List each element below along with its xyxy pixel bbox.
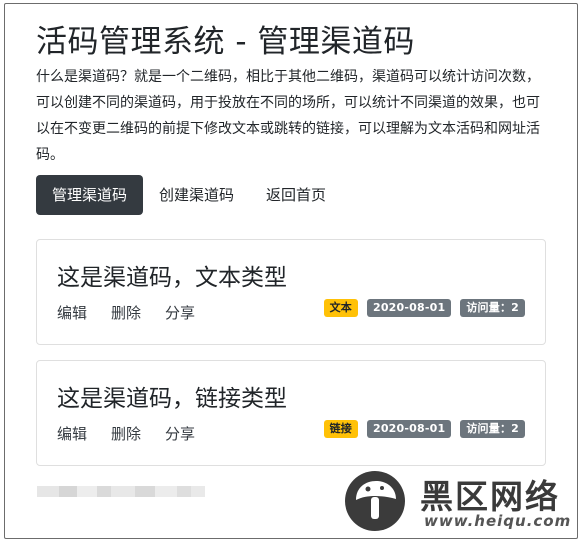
type-badge: 文本 — [323, 299, 358, 317]
card-title: 这是渠道码，链接类型 — [57, 386, 287, 412]
watermark-name: 黑区网络 — [420, 477, 560, 516]
blurred-footer-text — [37, 486, 205, 497]
nav-manage-codes[interactable]: 管理渠道码 — [36, 175, 144, 215]
delete-link[interactable]: 删除 — [111, 302, 141, 323]
date-badge: 2020-08-01 — [366, 299, 452, 317]
card-title: 这是渠道码，文本类型 — [57, 265, 287, 291]
nav-create-code[interactable]: 创建渠道码 — [143, 175, 250, 215]
delete-link[interactable]: 删除 — [111, 423, 141, 444]
page-description: 什么是渠道码？就是一个二维码，相比于其他二维码，渠道码可以统计访问次数，可以创建… — [36, 69, 540, 163]
edit-link[interactable]: 编辑 — [57, 423, 87, 444]
page-title: 活码管理系统 - 管理渠道码 — [36, 24, 415, 60]
mushroom-logo-icon — [345, 471, 405, 531]
visits-badge: 访问量：2 — [460, 420, 525, 438]
share-link[interactable]: 分享 — [165, 302, 195, 323]
visits-badge: 访问量：2 — [460, 299, 525, 317]
nav-back-home[interactable]: 返回首页 — [250, 175, 342, 215]
channel-code-card: 这是渠道码，文本类型 编辑 删除 分享 文本 2020-08-01 访问量：2 — [36, 239, 546, 345]
edit-link[interactable]: 编辑 — [57, 302, 87, 323]
card-actions: 编辑 删除 分享 — [57, 423, 195, 444]
card-badges: 文本 2020-08-01 访问量：2 — [323, 299, 525, 317]
watermark: 黑区网络 www.heiqu.com — [344, 468, 574, 536]
share-link[interactable]: 分享 — [165, 423, 195, 444]
card-actions: 编辑 删除 分享 — [57, 302, 195, 323]
card-badges: 链接 2020-08-01 访问量：2 — [323, 420, 525, 438]
watermark-url: www.heiqu.com — [424, 512, 572, 530]
type-badge: 链接 — [323, 420, 358, 438]
date-badge: 2020-08-01 — [366, 420, 452, 438]
channel-code-card: 这是渠道码，链接类型 编辑 删除 分享 链接 2020-08-01 访问量：2 — [36, 360, 546, 466]
nav-pills: 管理渠道码 创建渠道码 返回首页 — [36, 175, 342, 215]
